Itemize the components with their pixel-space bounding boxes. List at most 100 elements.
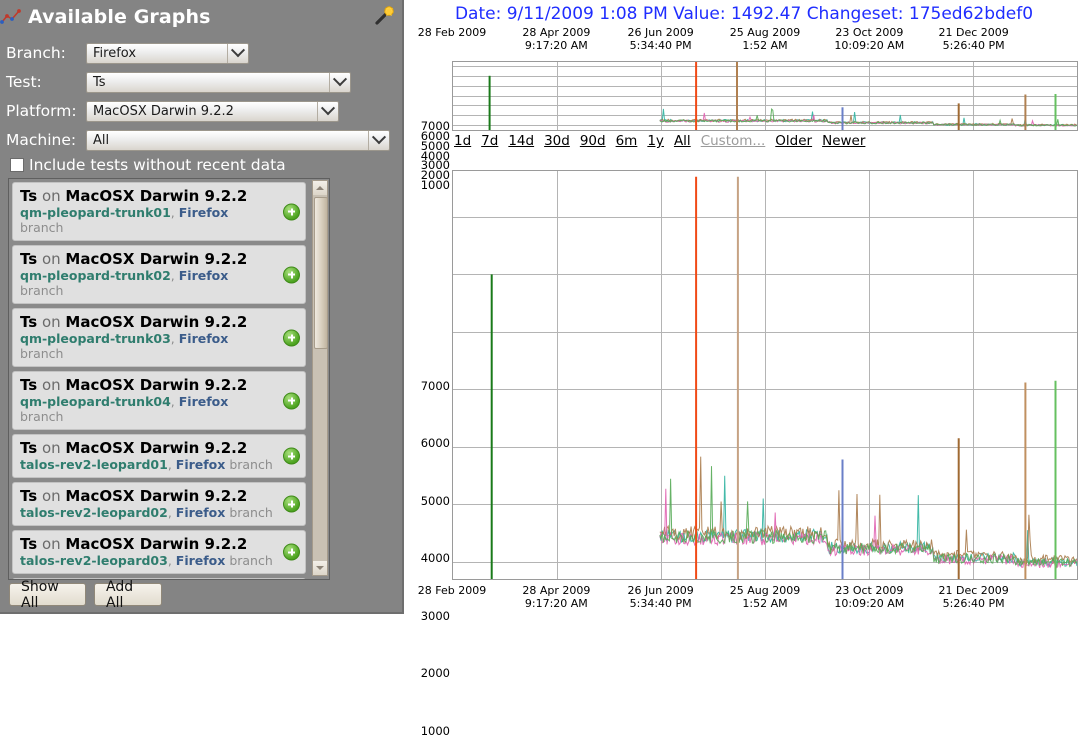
charts-area: Date: 9/11/2009 1:08 PM Value: 1492.47 C…: [410, 0, 1078, 738]
range-link-14d[interactable]: 14d: [508, 133, 534, 149]
series-line: [659, 466, 1077, 568]
range-link-all[interactable]: All: [674, 133, 691, 149]
list-item-title: Ts on MacOSX Darwin 9.2.2: [20, 487, 248, 505]
y-tick-label: 2000: [420, 666, 450, 681]
range-link-1d[interactable]: 1d: [454, 133, 471, 149]
scatter-graph-icon: [0, 8, 22, 26]
range-link-1y[interactable]: 1y: [647, 133, 664, 149]
overview-y-axis: 1000 2000 3000 4000 5000 6000 7000: [410, 61, 450, 192]
graph-list[interactable]: Ts on MacOSX Darwin 9.2.2 qm-pleopard-tru…: [8, 178, 330, 580]
x-tick-label: 26 Jun 2009 5:34:40 PM: [627, 584, 694, 610]
plus-circle-icon[interactable]: [283, 447, 300, 465]
y-tick-label: 4000: [420, 551, 450, 566]
x-tick-label: 25 Aug 2009 1:52 AM: [729, 26, 801, 52]
chart-readout: Date: 9/11/2009 1:08 PM Value: 1492.47 C…: [454, 4, 1034, 24]
overview-chart[interactable]: [452, 61, 1078, 131]
test-select[interactable]: Ts: [86, 71, 351, 93]
list-item-subtitle: talos-rev2-leopard03, Firefox branch: [20, 553, 273, 568]
graph-list-items: Ts on MacOSX Darwin 9.2.2 qm-pleopard-tru…: [9, 179, 312, 579]
magic-wand-icon[interactable]: [374, 6, 394, 26]
y-tick-label: 1000: [420, 723, 450, 738]
range-link-30d[interactable]: 30d: [544, 133, 570, 149]
scrollbar-thumb[interactable]: [314, 197, 328, 349]
machine-select[interactable]: All: [86, 129, 390, 151]
list-item[interactable]: Ts on MacOSX Darwin 9.2.2talos-rev2-leop…: [12, 530, 306, 574]
list-item-title: Ts on MacOSX Darwin 9.2.2: [20, 376, 248, 394]
plus-circle-icon[interactable]: [283, 495, 300, 513]
plus-circle-icon[interactable]: [283, 266, 300, 283]
list-item-title: Ts on MacOSX Darwin 9.2.2: [20, 250, 248, 268]
plus-circle-icon[interactable]: [283, 392, 300, 409]
plus-circle-icon[interactable]: [283, 329, 300, 346]
platform-select[interactable]: MacOSX Darwin 9.2.2: [86, 100, 339, 122]
include-old-tests-row[interactable]: Include tests without recent data: [10, 156, 286, 174]
chevron-up-icon[interactable]: [313, 181, 327, 195]
list-item-title: Ts on MacOSX Darwin 9.2.2: [20, 187, 248, 205]
include-old-tests-label: Include tests without recent data: [29, 156, 286, 174]
list-item[interactable]: Ts on MacOSX Darwin 9.2.2talos-rev2-leop…: [12, 434, 306, 478]
graph-list-scrollbar[interactable]: [312, 180, 328, 576]
show-all-button[interactable]: Show All: [9, 579, 86, 611]
list-item[interactable]: Ts on MacOSX Darwin 9.2.2 qm-pleopard-tru…: [12, 245, 306, 304]
include-old-tests-checkbox[interactable]: [10, 158, 24, 172]
list-item-subtitle: qm-pleopard-trunk01, Firefox branch: [20, 205, 229, 235]
branch-select[interactable]: Firefox: [86, 42, 249, 64]
x-tick-label: 21 Dec 2009 5:26:40 PM: [938, 584, 1009, 610]
chart-series-layer: [490, 176, 1077, 579]
test-value: Ts: [93, 74, 106, 90]
branch-value: Firefox: [93, 45, 137, 61]
chart-series-layer: [488, 62, 1077, 130]
detail-chart[interactable]: [452, 170, 1078, 580]
list-item-subtitle: qm-pleopard-trunk02, Firefox branch: [20, 268, 229, 298]
branch-label: Branch:: [6, 44, 66, 62]
overview-x-axis: 28 Feb 2009 28 Apr 2009 9:17:20 AM 26 Jun 2…: [410, 26, 1078, 56]
range-link-custom[interactable]: Custom...: [701, 133, 766, 149]
list-item-subtitle: talos-rev2-leopard01, Firefox branch: [20, 457, 273, 472]
list-item-subtitle: qm-pleopard-trunk03, Firefox branch: [20, 331, 229, 361]
list-item[interactable]: Ts on MacOSX Darwin 9.2.2 qm-pleopard-tru…: [12, 182, 306, 241]
filter-row-machine: Machine: All: [6, 127, 394, 153]
add-all-button[interactable]: Add All: [94, 579, 162, 611]
plus-circle-icon[interactable]: [283, 203, 300, 220]
y-tick-label: 6000: [420, 436, 450, 451]
x-tick-label: 28 Feb 2009: [417, 26, 487, 39]
chevron-down-icon: [368, 130, 389, 150]
test-label: Test:: [6, 73, 42, 91]
list-item-subtitle: talos-rev2-leopard02, Firefox branch: [20, 505, 273, 520]
chevron-down-icon: [317, 101, 338, 121]
panel-title-bar: Available Graphs: [0, 0, 404, 34]
y-tick-label: 5000: [420, 493, 450, 508]
plus-circle-icon[interactable]: [283, 543, 300, 561]
x-tick-label: 23 Oct 2009 10:09:20 AM: [834, 584, 905, 610]
y-tick-label: 7000: [420, 118, 450, 133]
x-tick-label: 21 Dec 2009 5:26:40 PM: [938, 26, 1009, 52]
x-tick-label: 28 Apr 2009 9:17:20 AM: [522, 584, 591, 610]
list-item[interactable]: Ts on MacOSX Darwin 9.2.2talos-rev2-leop…: [12, 482, 306, 526]
filter-row-test: Test: Ts: [6, 69, 351, 95]
chevron-down-icon: [227, 43, 248, 63]
range-link-newer[interactable]: Newer: [822, 133, 865, 149]
y-tick-label: 7000: [420, 378, 450, 393]
range-link-7d[interactable]: 7d: [481, 133, 498, 149]
platform-label: Platform:: [6, 102, 77, 120]
x-tick-label: 25 Aug 2009 1:52 AM: [729, 584, 801, 610]
list-item-subtitle: qm-pleopard-trunk04, Firefox branch: [20, 394, 229, 424]
list-item-title: Ts on MacOSX Darwin 9.2.2: [20, 313, 248, 331]
time-range-links[interactable]: 1d 7d 14d 30d 90d 6m 1y All Custom... Older Newer: [454, 133, 865, 149]
list-item[interactable]: Ts on MacOSX Darwin 9.2.2 qm-pleopard-tru…: [12, 371, 306, 430]
range-link-90d[interactable]: 90d: [580, 133, 606, 149]
filter-row-branch: Branch: Firefox: [6, 40, 256, 66]
x-tick-label: 28 Apr 2009 9:17:20 AM: [522, 26, 591, 52]
panel-title-label: Available Graphs: [28, 6, 211, 28]
x-tick-label: 26 Jun 2009 5:34:40 PM: [627, 26, 694, 52]
list-item-title: Ts on MacOSX Darwin 9.2.2: [20, 439, 248, 457]
filter-row-platform: Platform: MacOSX Darwin 9.2.2: [6, 98, 343, 124]
range-link-6m[interactable]: 6m: [616, 133, 638, 149]
available-graphs-panel: Available Graphs Branch: Firefox Test: T…: [0, 0, 404, 614]
range-link-older[interactable]: Older: [775, 133, 812, 149]
platform-value: MacOSX Darwin 9.2.2: [93, 103, 234, 119]
list-item[interactable]: Ts on MacOSX Darwin 9.2.2 qm-pleopard-tru…: [12, 308, 306, 367]
list-item-title: Ts on MacOSX Darwin 9.2.2: [20, 535, 248, 553]
chevron-down-icon[interactable]: [313, 561, 327, 575]
detail-y-axis: 1000 2000 3000 4000 5000 6000 7000: [410, 170, 450, 738]
